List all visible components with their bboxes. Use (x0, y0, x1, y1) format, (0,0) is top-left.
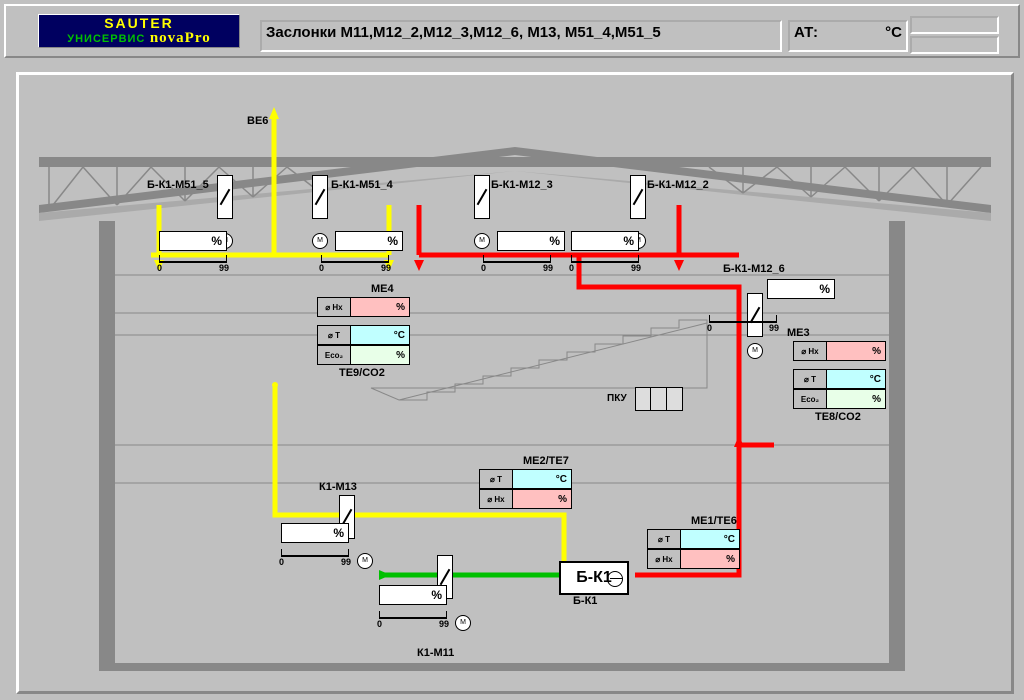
me1-t-value: °C (681, 530, 740, 549)
m51-4-output[interactable]: % (335, 231, 403, 251)
logo-line2: УНИСЕРВИС (67, 33, 145, 45)
te8-t-value: °C (827, 370, 886, 389)
damper-m51-4-icon[interactable] (312, 175, 328, 219)
te8-co2-value: % (827, 390, 886, 409)
me2-hx-value: % (513, 490, 572, 509)
header-bar: SAUTER УНИСЕРВИС novaPro Заслонки M11,M1… (4, 4, 1020, 58)
te8-co2-row[interactable]: Eco₂% (793, 389, 886, 409)
m12-3-slider[interactable]: 099 (483, 255, 551, 269)
at-unit: °C (885, 24, 902, 41)
m13-slider[interactable]: 099 (281, 549, 349, 563)
motor-m13-icon[interactable]: M (357, 553, 373, 569)
at-label: АТ: (794, 24, 818, 41)
me2-label: ME2/TE7 (523, 455, 569, 467)
me1-label: ME1/TE6 (691, 515, 737, 527)
te9-label: TE9/CO2 (339, 367, 385, 379)
te9-co2-row[interactable]: Eco₂% (317, 345, 410, 365)
m51-5-label: Б-К1-M51_5 (147, 179, 209, 191)
t-icon: ⌀ T (648, 530, 681, 549)
t-icon: ⌀ T (794, 370, 827, 389)
hx-icon: ⌀ Hx (648, 550, 681, 569)
be6-label: BE6 (247, 115, 268, 127)
ahu-bk1[interactable]: Б-К1 (559, 561, 629, 595)
page-title: Заслонки M11,M12_2,M12_3,M12_6, M13, M51… (260, 20, 782, 52)
motor-m51-4-icon[interactable]: M (312, 233, 328, 249)
m12-3-output[interactable]: % (497, 231, 565, 251)
damper-m12-3-icon[interactable] (474, 175, 490, 219)
eco2-icon: Eco₂ (318, 346, 351, 365)
damper-m12-2-icon[interactable] (630, 175, 646, 219)
te8-t-row[interactable]: ⌀ T°C (793, 369, 886, 389)
m51-4-label: Б-К1-M51_4 (331, 179, 393, 191)
me1-hx-row[interactable]: ⌀ Hx% (647, 549, 740, 569)
bk1-footer-label: Б-К1 (573, 595, 597, 607)
m13-output[interactable]: % (281, 523, 349, 543)
m11-slider[interactable]: 099 (379, 611, 447, 625)
me4-hx-row[interactable]: ⌀ Hx% (317, 297, 410, 317)
me2-t-row[interactable]: ⌀ T°C (479, 469, 572, 489)
motor-m12-3-icon[interactable]: M (474, 233, 490, 249)
te8-label: TE8/CO2 (815, 411, 861, 423)
te9-co2-value: % (351, 346, 410, 365)
hx-icon: ⌀ Hx (794, 342, 827, 361)
m11-output[interactable]: % (379, 585, 447, 605)
logo: SAUTER УНИСЕРВИС novaPro (38, 14, 240, 48)
m12-6-label: Б-К1-M12_6 (723, 263, 785, 275)
me3-label: ME3 (787, 327, 810, 339)
m51-4-slider[interactable]: 099 (321, 255, 389, 269)
t-icon: ⌀ T (480, 470, 513, 489)
m51-5-slider[interactable]: 099 (159, 255, 227, 269)
pku-label: ПКУ (607, 393, 627, 404)
eco2-icon: Eco₂ (794, 390, 827, 409)
me3-hx-row[interactable]: ⌀ Hx% (793, 341, 886, 361)
me4-label: ME4 (371, 283, 394, 295)
me2-t-value: °C (513, 470, 572, 489)
m12-6-output[interactable]: % (767, 279, 835, 299)
m12-2-output[interactable]: % (571, 231, 639, 251)
pku-icon[interactable] (635, 387, 683, 411)
me2-hx-row[interactable]: ⌀ Hx% (479, 489, 572, 509)
m12-6-slider[interactable]: 099 (709, 315, 777, 329)
te9-t-row[interactable]: ⌀ T°C (317, 325, 410, 345)
motor-m11-icon[interactable]: M (455, 615, 471, 631)
status-slot-bottom (910, 36, 999, 54)
me4-hx-value: % (351, 298, 410, 317)
me3-hx-value: % (827, 342, 886, 361)
te9-t-value: °C (351, 326, 410, 345)
m12-2-label: Б-К1-M12_2 (647, 179, 709, 191)
motor-m12-6-icon[interactable]: M (747, 343, 763, 359)
m12-2-slider[interactable]: 099 (571, 255, 639, 269)
ambient-temp-box: АТ: °C (788, 20, 908, 52)
logo-line3: novaPro (150, 30, 211, 46)
t-icon: ⌀ T (318, 326, 351, 345)
hx-icon: ⌀ Hx (480, 490, 513, 509)
me1-hx-value: % (681, 550, 740, 569)
me1-t-row[interactable]: ⌀ T°C (647, 529, 740, 549)
logo-line1: SAUTER (104, 15, 174, 31)
m51-5-output[interactable]: % (159, 231, 227, 251)
hvac-diagram: M M M M M M M BE6 Б-К1-M51_5 Б-К1-M51_4 … (16, 72, 1014, 694)
status-slot-top (910, 16, 999, 34)
m11-label: К1-М11 (417, 647, 454, 659)
m12-3-label: Б-К1-M12_3 (491, 179, 553, 191)
damper-m51-5-icon[interactable] (217, 175, 233, 219)
hx-icon: ⌀ Hx (318, 298, 351, 317)
m13-label: К1-М13 (319, 481, 357, 493)
